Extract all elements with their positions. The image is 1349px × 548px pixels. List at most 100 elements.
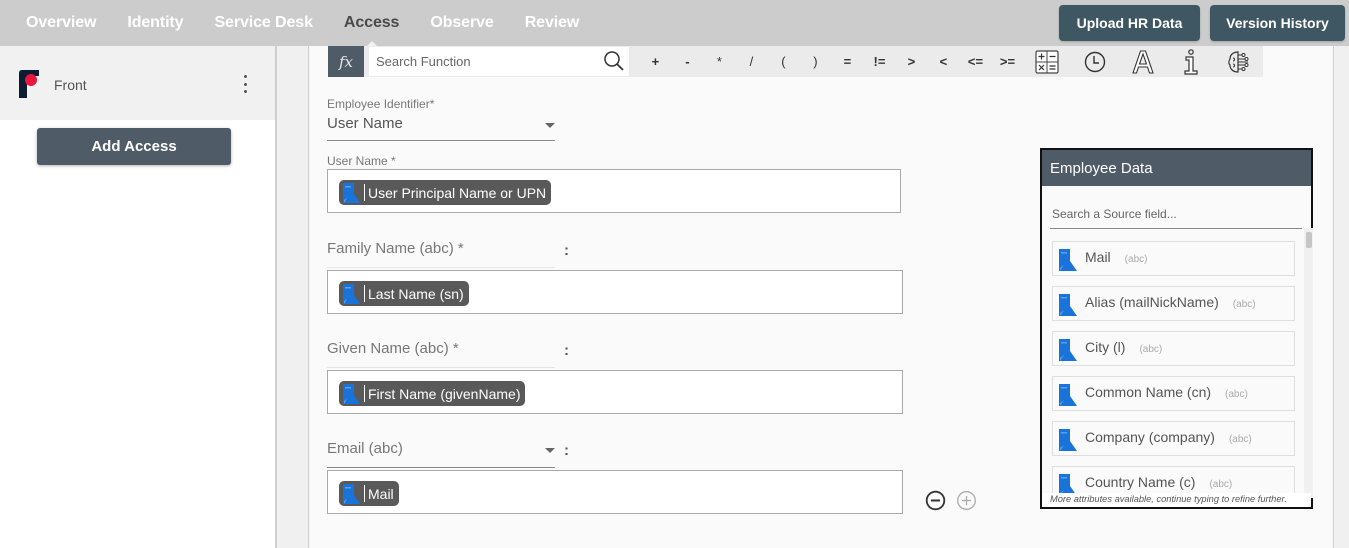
more-attributes-hint: More attributes available, continue typi… [1042, 493, 1311, 507]
nav-tabs: Overview Identity Service Desk Access Ob… [26, 0, 610, 48]
function-icon[interactable]: fx [328, 46, 364, 77]
app-name: Front [54, 77, 87, 93]
source-field-icon [1059, 339, 1077, 361]
employee-identifier-label: Employee Identifier* [327, 97, 435, 111]
tab-review[interactable]: Review [525, 14, 580, 32]
operator-plus[interactable]: + [639, 54, 671, 69]
sidebar: Front Add Access [0, 46, 277, 548]
right-margin [1335, 46, 1349, 548]
source-chip[interactable]: Mail [339, 481, 399, 506]
source-field-item[interactable]: Mail (abc) [1052, 241, 1295, 276]
family-name-expression-box[interactable]: Last Name (sn) [327, 270, 903, 314]
source-field-type: (abc) [1232, 299, 1256, 310]
info-icon[interactable] [1167, 46, 1215, 77]
source-chip[interactable]: Last Name (sn) [339, 281, 469, 306]
operator-equals[interactable]: = [831, 54, 863, 69]
source-field-item[interactable]: Company (company) (abc) [1052, 421, 1295, 456]
source-field-icon [1059, 249, 1077, 271]
gutter [279, 46, 309, 548]
text-icon[interactable] [1119, 46, 1167, 77]
source-field-icon [1059, 294, 1077, 316]
clock-icon[interactable] [1071, 46, 1119, 77]
calculator-icon[interactable] [1023, 46, 1071, 77]
upload-hr-data-button[interactable]: Upload HR Data [1059, 5, 1200, 41]
chip-separator [364, 285, 365, 302]
operator-less[interactable]: < [927, 54, 959, 69]
given-name-expression-box[interactable]: First Name (givenName) [327, 370, 903, 414]
source-chip[interactable]: User Principal Name or UPN [339, 180, 552, 205]
source-field-icon [1059, 384, 1077, 406]
tab-observe[interactable]: Observe [430, 14, 493, 32]
operator-not-equals[interactable]: != [863, 54, 895, 69]
source-chip[interactable]: First Name (givenName) [339, 381, 526, 406]
source-field-item[interactable]: City (l) (abc) [1052, 331, 1295, 366]
source-field-icon [343, 383, 360, 404]
chip-label: User Principal Name or UPN [368, 184, 547, 201]
operator-less-equal[interactable]: <= [959, 54, 991, 69]
source-field-name: Common Name (cn) [1085, 384, 1212, 400]
add-field-icon[interactable] [956, 490, 977, 511]
email-expression-box[interactable]: Mail [327, 470, 903, 514]
source-field-name: Mail [1085, 249, 1111, 265]
operator-buttons: + - * / ( ) = != > < <= >= [639, 54, 1023, 69]
family-name-label: Family Name (abc) * [327, 240, 555, 268]
employee-identifier-select[interactable]: User Name [327, 115, 555, 141]
user-name-expression-box[interactable]: User Principal Name or UPN [327, 169, 901, 213]
chevron-down-icon [545, 123, 555, 128]
source-field-icon [343, 283, 360, 304]
source-field-type: (abc) [1209, 479, 1233, 490]
tab-overview[interactable]: Overview [26, 14, 96, 32]
colon-separator: : [564, 442, 569, 459]
tab-service-desk[interactable]: Service Desk [214, 14, 313, 32]
add-access-button[interactable]: Add Access [37, 128, 231, 165]
source-field-name: Company (company) [1085, 429, 1215, 445]
app-row[interactable]: Front [0, 46, 275, 120]
source-field-icon [343, 483, 360, 504]
source-field-item[interactable]: Alias (mailNickName) (abc) [1052, 286, 1295, 321]
source-field-list: Mail (abc) Alias (mailNickName) (abc) City… [1052, 241, 1295, 511]
operator-open-paren[interactable]: ( [767, 54, 799, 69]
employee-data-title: Employee Data [1042, 150, 1311, 186]
scrollbar-thumb[interactable] [1306, 232, 1312, 248]
operator-close-paren[interactable]: ) [799, 54, 831, 69]
operator-greater[interactable]: > [895, 54, 927, 69]
source-field-icon [1059, 429, 1077, 451]
more-options-icon[interactable] [240, 75, 250, 93]
email-label: Email (abc) [327, 440, 403, 457]
operator-multiply[interactable]: * [703, 54, 735, 69]
operator-greater-equal[interactable]: >= [991, 54, 1023, 69]
colon-separator: : [564, 342, 569, 359]
search-icon[interactable] [603, 50, 625, 72]
source-field-search-input[interactable] [1050, 201, 1302, 227]
version-history-button[interactable]: Version History [1210, 5, 1345, 41]
chevron-down-icon [545, 448, 555, 453]
operator-divide[interactable]: / [735, 54, 767, 69]
chip-separator [364, 184, 365, 201]
source-field-type: (abc) [1228, 434, 1252, 445]
ai-brain-icon[interactable] [1215, 46, 1263, 77]
front-logo-icon [19, 70, 39, 98]
given-name-label: Given Name (abc) * [327, 340, 555, 368]
colon-separator: : [564, 242, 569, 259]
tab-access[interactable]: Access [344, 14, 399, 48]
source-field-item[interactable]: Common Name (cn) (abc) [1052, 376, 1295, 411]
chip-separator [364, 485, 365, 502]
source-field-type: (abc) [1225, 389, 1248, 400]
source-field-type: (abc) [1124, 254, 1148, 265]
remove-field-icon[interactable] [925, 490, 946, 511]
function-search-input[interactable] [368, 47, 589, 76]
top-navigation: Overview Identity Service Desk Access Ob… [0, 0, 1349, 48]
scrollbar-track[interactable] [1304, 228, 1313, 498]
formula-toolbar: fx + - * / ( ) = != > < <= >= [328, 46, 1263, 77]
email-attribute-select[interactable]: Email (abc) [327, 440, 555, 468]
source-field-name: Country Name (c) [1085, 474, 1196, 490]
chip-label: First Name (givenName) [368, 385, 521, 402]
source-field-search [1050, 201, 1302, 229]
source-field-name: City (l) [1085, 339, 1126, 355]
chip-separator [364, 385, 365, 402]
source-field-type: (abc) [1139, 344, 1163, 355]
tab-identity[interactable]: Identity [127, 14, 183, 32]
user-name-label: User Name * [327, 154, 396, 168]
operator-minus[interactable]: - [671, 54, 703, 69]
employee-data-panel: Employee Data Mail (abc) Alias (mailNickN… [1040, 148, 1313, 509]
